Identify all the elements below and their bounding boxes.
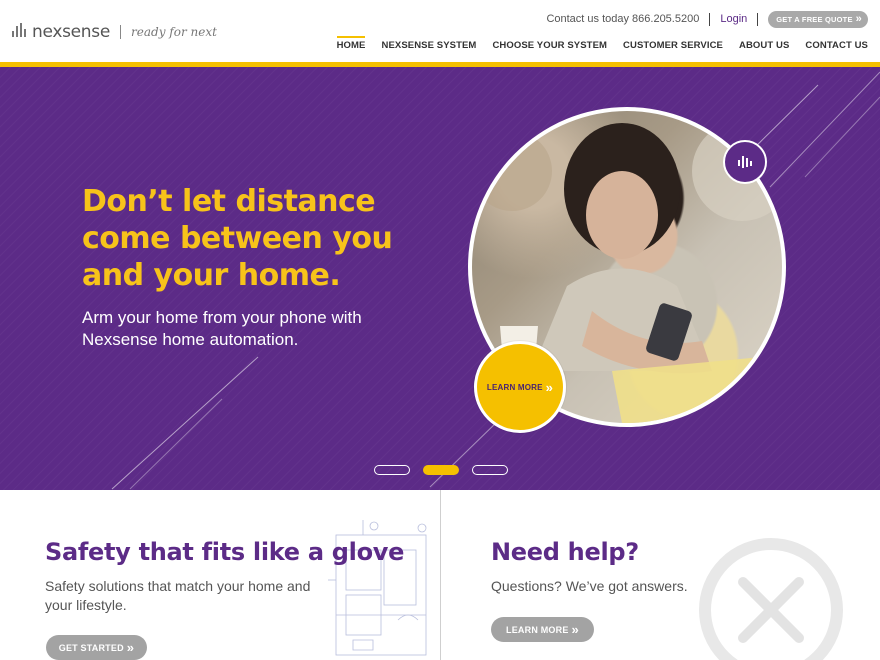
hero-subheadline: Arm your home from your phone with Nexse… [82,307,442,351]
safety-description-line: Safety solutions that match your home an… [45,578,311,594]
double-chevron-right-icon: » [126,640,135,655]
help-learn-more-button[interactable]: LEARN MORE » [491,617,594,642]
wrench-screwdriver-icon [699,538,843,660]
free-quote-label: GET A FREE QUOTE [776,14,853,24]
hero-headline: Don’t let distance come between you and … [82,183,462,294]
hero-subheadline-line: Nexsense home automation. [82,330,299,349]
brand-tagline: ready for next [131,25,217,39]
hero-learn-more-label: LEARN MORE [486,382,543,392]
get-started-label: GET STARTED [58,642,124,653]
free-quote-button[interactable]: GET A FREE QUOTE » [768,10,868,28]
hero-signal-badge [723,140,767,184]
utility-divider [757,12,759,26]
safety-description-line: your lifestyle. [45,597,127,613]
hero-headline-line: Don’t let distance [82,184,376,219]
help-title: Need help? [491,538,639,566]
utility-bar: Contact us today 866.205.5200 Login GET … [546,10,868,28]
hero-subheadline-line: Arm your home from your phone with [82,308,362,327]
safety-title: Safety that fits like a glove [45,538,405,566]
contact-phone[interactable]: Contact us today 866.205.5200 [546,13,699,25]
nav-contact-us[interactable]: CONTACT US [805,36,868,55]
hero-headline-line: and your home. [82,258,341,293]
hero-headline-line: come between you [82,221,393,256]
utility-divider [709,12,711,26]
site-header: nexsense ready for next Contact us today… [0,0,880,62]
login-link[interactable]: Login [720,13,747,25]
safety-panel: Safety that fits like a glove Safety sol… [0,490,440,660]
slider-dot-3[interactable] [472,465,508,475]
help-description: Questions? We’ve got answers. [491,578,688,594]
slider-dot-2[interactable] [423,465,459,475]
double-chevron-right-icon: » [855,12,862,25]
logo[interactable]: nexsense ready for next [12,22,217,42]
help-panel: Need help? Questions? We’ve got answers.… [441,490,880,660]
nav-nexsense-system[interactable]: NEXSENSE SYSTEM [381,36,476,55]
blueprint-illustration [328,520,427,656]
hero-learn-more-button[interactable]: LEARN MORE » [474,341,566,433]
nav-choose-your-system[interactable]: CHOOSE YOUR SYSTEM [492,36,607,55]
slider-pagination [374,465,521,475]
double-chevron-right-icon: » [571,622,579,637]
double-chevron-right-icon: » [545,379,554,395]
logo-divider [120,25,122,39]
nav-home[interactable]: HOME [336,36,366,55]
signal-bars-icon [12,23,26,37]
hero-banner: Don’t let distance come between you and … [0,67,880,490]
signal-bars-icon [738,156,752,168]
slider-dot-1[interactable] [374,465,410,475]
safety-description: Safety solutions that match your home an… [45,577,310,615]
help-learn-more-label: LEARN MORE [506,624,569,635]
nav-customer-service[interactable]: CUSTOMER SERVICE [623,36,723,55]
nav-about-us[interactable]: ABOUT US [739,36,789,55]
get-started-button[interactable]: GET STARTED » [46,635,147,660]
main-nav: HOME NEXSENSE SYSTEM CHOOSE YOUR SYSTEM … [321,36,868,55]
brand-name: nexsense [32,22,111,42]
